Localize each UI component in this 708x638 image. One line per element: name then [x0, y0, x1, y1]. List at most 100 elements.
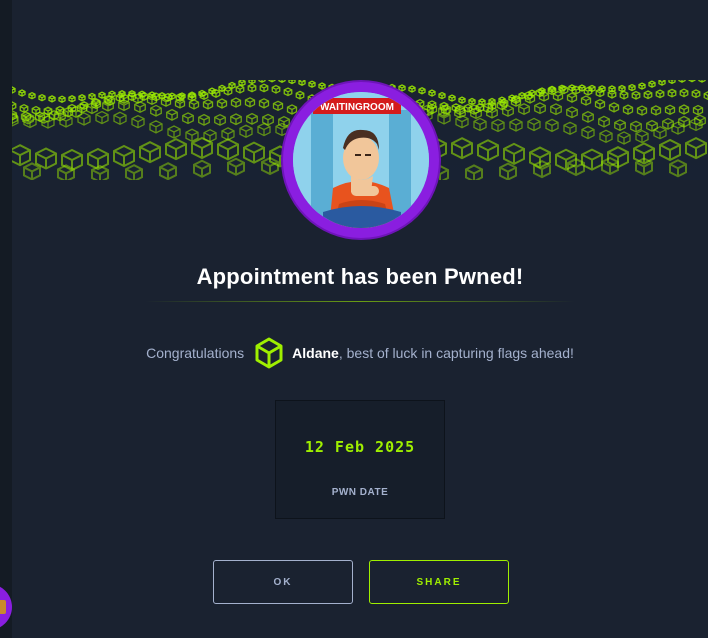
share-button[interactable]: SHARE: [369, 560, 509, 604]
ok-button[interactable]: OK: [213, 560, 353, 604]
machine-avatar-image: WAITINGROOM: [293, 92, 429, 228]
banner-cube: [167, 125, 181, 139]
pwned-modal: WAITINGROOM Appointment has been Pwned! …: [12, 0, 708, 638]
banner-cube: [214, 113, 226, 126]
banner-cube: [428, 89, 436, 97]
banner-cube: [418, 87, 426, 95]
banner-cube: [408, 85, 416, 93]
banner-cube: [664, 104, 676, 116]
banner-cube: [698, 80, 706, 83]
banner-cube: [669, 159, 687, 178]
banner-cube: [228, 81, 236, 90]
banner-cube: [259, 83, 269, 93]
banner-cube: [688, 80, 696, 83]
congrats-suffix: , best of luck in capturing flags ahead!: [338, 345, 574, 361]
banner-cube: [12, 101, 17, 111]
banner-cube: [268, 80, 276, 83]
banner-cube: [223, 86, 233, 96]
banner-cube: [678, 80, 686, 83]
banner-cube: [271, 84, 281, 94]
title-divider: [145, 301, 575, 302]
avatar-badge-text: WAITINGROOM: [320, 102, 394, 113]
banner-cube: [582, 110, 594, 123]
banner-cube: [78, 94, 86, 102]
banner-cube: [473, 117, 487, 132]
banner-cube: [617, 131, 631, 145]
banner-cube: [258, 98, 270, 109]
banner-cube: [159, 162, 177, 180]
machine-avatar: WAITINGROOM: [283, 82, 439, 238]
banner-cube: [318, 82, 326, 90]
banner-cube: [198, 113, 210, 126]
banner-cube: [12, 86, 16, 94]
banner-cube: [95, 110, 109, 125]
banner-cube: [502, 104, 514, 117]
banner-cube: [246, 112, 258, 125]
banner-cube: [477, 139, 499, 162]
pwn-date-card: 12 Feb 2025 PWN DATE: [275, 400, 445, 519]
banner-cube: [286, 104, 298, 115]
banner-cube: [28, 91, 36, 100]
banner-cube: [527, 117, 541, 132]
banner-cube: [580, 95, 592, 106]
banner-cube: [648, 80, 656, 88]
banner-cube: [247, 83, 257, 93]
banner-cube: [131, 114, 145, 129]
banner-cube: [166, 108, 178, 121]
banner-cube: [165, 137, 187, 161]
banner-cube: [18, 89, 26, 97]
banner-cube: [125, 164, 143, 180]
banner-cube: [185, 128, 199, 142]
pwn-date-label: PWN DATE: [331, 487, 389, 498]
banner-cube: [534, 102, 546, 115]
banner-cube: [679, 88, 689, 98]
banner-cube: [308, 80, 316, 88]
banner-cube: [283, 87, 293, 97]
banner-cube: [61, 148, 83, 172]
banner-cube: [630, 120, 642, 133]
banner-cube: [221, 127, 235, 141]
banner-cube: [38, 93, 46, 102]
banner-cube: [438, 91, 446, 100]
banner-cube: [160, 96, 172, 107]
banner-cube: [659, 138, 681, 162]
banner-cube: [295, 90, 305, 100]
banner-cube: [678, 104, 690, 115]
banner-cube: [566, 92, 578, 103]
banner-cube: [59, 114, 73, 128]
banner-cube: [451, 137, 473, 160]
banner-cube: [653, 125, 667, 140]
banner-cube: [77, 112, 91, 126]
banner-cube: [243, 141, 265, 164]
banner-cube: [235, 84, 245, 94]
banner-cube: [599, 129, 613, 144]
banner-cube: [581, 125, 595, 140]
username[interactable]: Aldane: [292, 345, 339, 361]
banner-cube: [150, 104, 162, 117]
banner-cube: [650, 105, 662, 116]
banner-cube: [636, 105, 648, 116]
banner-cube: [298, 80, 306, 86]
pwn-date-value: 12 Feb 2025: [304, 438, 416, 456]
banner-cube: [667, 88, 677, 98]
banner-cube: [655, 89, 665, 99]
banner-cube: [68, 95, 76, 103]
banner-cube: [545, 118, 559, 133]
banner-cube: [288, 80, 296, 85]
banner-cube: [594, 98, 606, 110]
banner-cube: [608, 102, 620, 113]
banner-cube: [202, 99, 214, 110]
banner-cube: [619, 90, 629, 100]
side-avatar-figure: [0, 600, 6, 614]
banner-cube: [278, 80, 286, 83]
banner-cube: [622, 104, 634, 115]
banner-cube: [503, 142, 525, 166]
banner-cube: [458, 96, 466, 104]
banner-cube: [227, 157, 245, 176]
banner-cube: [692, 104, 704, 116]
banner-cube: [468, 97, 476, 106]
banner-cube: [518, 103, 530, 116]
congratulations-message: Congratulations Aldane , best of luck in…: [12, 337, 708, 369]
banner-cube: [191, 136, 213, 160]
banner-cube: [614, 119, 626, 132]
